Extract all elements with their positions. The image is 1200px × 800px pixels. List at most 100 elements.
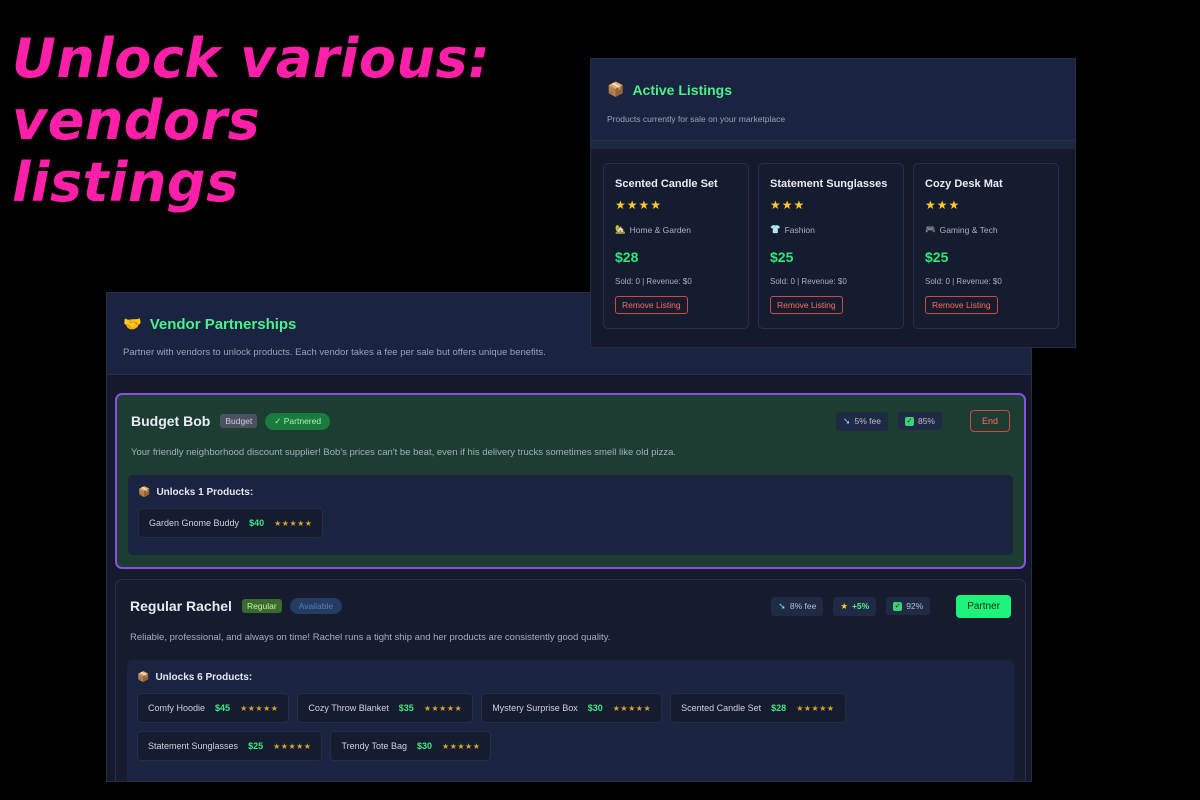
product-stars: ★★★★★ [274,518,313,528]
fee-value: 8% fee [789,601,817,611]
listings-panel-subtitle: Products currently for sale on your mark… [607,114,786,124]
product-stars: ★★★★★ [796,703,835,713]
vendor-description: Reliable, professional, and always on ti… [130,632,611,643]
shirt-icon: 👕 [770,224,781,234]
product-stars: ★★★★★ [240,703,279,713]
product-price: $35 [398,703,414,713]
unlocks-box: 📦 Unlocks 6 Products: Comfy Hoodie $45 ★… [127,660,1014,781]
listing-card: Cozy Desk Mat ★★★ 🎮 Gaming & Tech $25 So… [913,163,1059,329]
tier-badge: Regular [241,599,282,613]
end-partnership-button[interactable]: End [969,410,1010,432]
headline-line-3: listings [12,151,239,214]
listing-category-text: Fashion [784,224,815,235]
listing-name: Statement Sunglasses [770,178,888,190]
house-icon: 🏡 [615,224,626,234]
unlocked-products: Comfy Hoodie $45 ★★★★★ Cozy Throw Blanke… [137,693,1004,761]
vendor-panel-subtitle: Partner with vendors to unlock products.… [123,347,546,358]
remove-listing-button[interactable]: Remove Listing [615,296,688,314]
product-name: Scented Candle Set [681,703,762,713]
unlocks-box: 📦 Unlocks 1 Products: Garden Gnome Buddy… [128,475,1013,555]
remove-listing-button[interactable]: Remove Listing [770,296,843,314]
listing-category: 🎮 Gaming & Tech [925,224,1047,235]
listing-stars: ★★★ [925,198,961,212]
product-chip: Scented Candle Set $28 ★★★★★ [670,693,846,723]
vendor-name: Regular Rachel [130,598,232,614]
reliability-stat: ✓ 85% [897,412,942,430]
package-icon: 📦 [607,81,625,97]
bonus-stat: ★ +5% [833,596,877,616]
listing-card: Scented Candle Set ★★★★ 🏡 Home & Garden … [603,163,749,329]
cursor-icon: ➘ [842,415,851,426]
unlocks-title-text: Unlocks 6 Products: [155,672,253,683]
package-icon: 📦 [137,672,150,683]
unlocks-title: 📦 Unlocks 6 Products: [137,672,1004,683]
listing-stats: Sold: 0 | Revenue: $0 [770,277,847,286]
listings-panel-title: 📦 Active Listings [607,81,1059,98]
product-stars: ★★★★★ [273,741,312,751]
listing-name: Scented Candle Set [615,178,718,190]
listing-category-text: Home & Garden [629,224,692,235]
product-price: $30 [587,703,603,713]
listing-category-text: Gaming & Tech [939,224,998,235]
product-name: Statement Sunglasses [148,741,239,751]
product-price: $28 [771,703,787,713]
gamepad-icon: 🎮 [925,224,936,234]
status-badge: ✓ Partnered [265,412,331,430]
handshake-icon: 🤝 [123,316,142,333]
remove-listing-button[interactable]: Remove Listing [925,296,998,314]
vendor-description: Your friendly neighborhood discount supp… [131,447,677,458]
promo-headline: Unlock various: vendors listings [12,28,490,214]
vendor-card-header: Budget Bob Budget ✓ Partnered ➘ 5% fee ✓ 8… [131,395,1010,447]
product-name: Trendy Tote Bag [341,741,407,751]
listings-panel-title-text: Active Listings [632,81,733,98]
product-chip: Comfy Hoodie $45 ★★★★★ [137,693,290,723]
vendor-card-header: Regular Rachel Regular Available ➘ 8% fee… [130,580,1011,632]
active-listings-panel: 📦 Active Listings Products currently for… [590,58,1076,348]
listing-price: $28 [615,249,639,265]
product-name: Mystery Surprise Box [492,703,578,713]
reliability-value: 85% [917,416,935,426]
vendor-card-regular-rachel: Regular Rachel Regular Available ➘ 8% fee… [115,579,1026,781]
star-icon: ★ [840,600,848,611]
unlocked-products: Garden Gnome Buddy $40 ★★★★★ [138,508,1003,538]
reliability-value: 92% [906,601,924,611]
product-stars: ★★★★★ [612,703,652,713]
fee-stat: ➘ 5% fee [835,411,888,431]
cursor-icon: ➘ [778,600,786,611]
check-icon: ✓ [904,416,914,426]
check-icon: ✓ [893,601,903,611]
unlocks-title-text: Unlocks 1 Products: [156,487,254,498]
listing-category: 👕 Fashion [770,224,892,235]
tier-badge: Budget [220,414,258,428]
listing-card: Statement Sunglasses ★★★ 👕 Fashion $25 S… [758,163,904,329]
product-chip: Garden Gnome Buddy $40 ★★★★★ [138,508,324,538]
vendor-name: Budget Bob [131,413,211,429]
bonus-value: +5% [851,601,870,611]
product-price: $40 [249,518,265,528]
product-price: $45 [215,703,231,713]
reliability-stat: ✓ 92% [886,597,931,615]
listing-stats: Sold: 0 | Revenue: $0 [925,277,1002,286]
product-name: Comfy Hoodie [148,703,206,713]
package-icon: 📦 [138,487,151,498]
vendor-partnerships-panel: 🤝 Vendor Partnerships Partner with vendo… [106,292,1032,782]
product-chip: Cozy Throw Blanket $35 ★★★★★ [297,693,474,723]
listing-stars: ★★★ [770,198,806,212]
product-chip: Mystery Surprise Box $30 ★★★★★ [481,693,663,723]
product-name: Cozy Throw Blanket [308,703,389,713]
listing-name: Cozy Desk Mat [925,178,1003,190]
listing-category: 🏡 Home & Garden [615,224,737,235]
headline-line-2: vendors [12,89,261,152]
listing-price: $25 [925,249,949,265]
product-price: $25 [248,741,264,751]
divider [591,141,1075,149]
vendor-panel-title-text: Vendor Partnerships [149,315,297,333]
product-stars: ★★★★★ [442,741,481,751]
fee-stat: ➘ 8% fee [771,596,824,616]
product-chip: Trendy Tote Bag $30 ★★★★★ [330,731,492,761]
unlocks-title: 📦 Unlocks 1 Products: [138,487,1003,498]
listing-price: $25 [770,249,794,265]
partner-button[interactable]: Partner [956,594,1011,618]
status-badge: Available [289,598,343,614]
listing-stars: ★★★★ [615,198,663,212]
